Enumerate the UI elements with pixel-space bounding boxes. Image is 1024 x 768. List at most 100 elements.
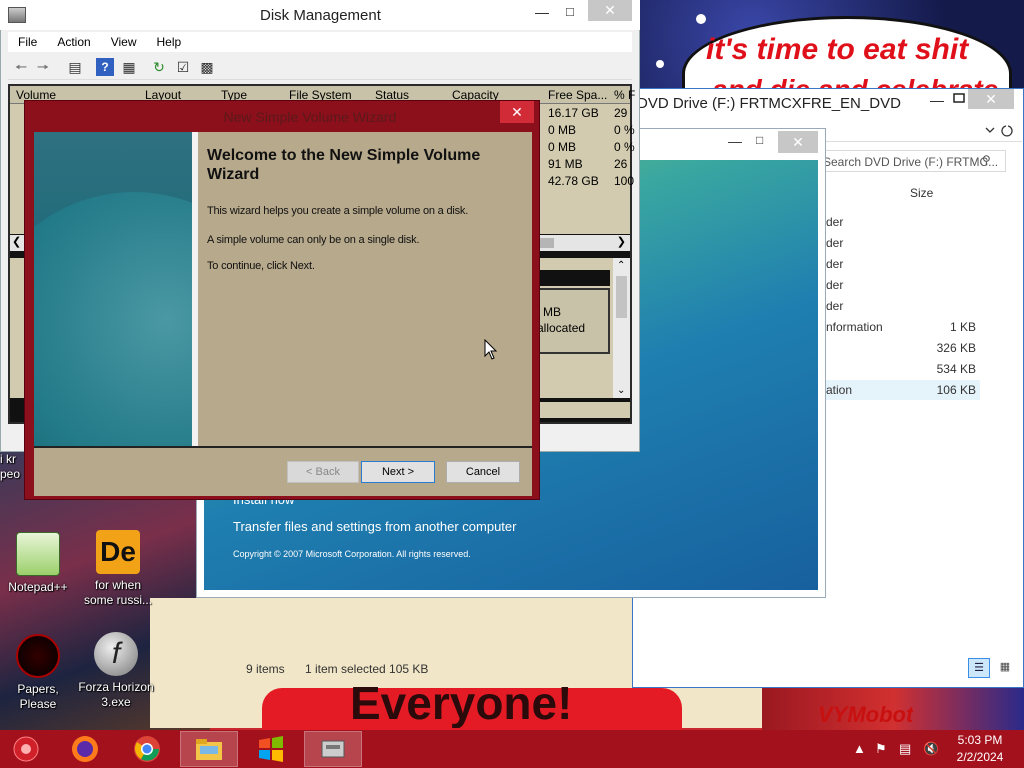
disk-management-icon (321, 740, 345, 758)
table-cell-pct[interactable]: 0 % (614, 140, 635, 154)
file-size: 1 KB (949, 320, 976, 334)
disk-management-icon (8, 7, 26, 23)
scroll-up-icon[interactable]: ⌃ (617, 260, 625, 271)
file-row[interactable]: 534 KB (826, 359, 980, 379)
back-arrow-icon[interactable]: 🠔 (12, 58, 30, 76)
file-row[interactable]: 326 KB (826, 338, 980, 358)
taskbar-firefox[interactable] (56, 731, 114, 767)
table-cell-pct[interactable]: 100 (614, 174, 634, 188)
network-icon[interactable]: ▤ (899, 741, 911, 757)
desktop-icon-label: Notepad++ (8, 580, 68, 594)
dm-close-button[interactable]: ✕ (588, 0, 632, 21)
taskbar-file-explorer[interactable] (180, 731, 238, 767)
col-percent-free[interactable]: % F (614, 88, 635, 102)
setup-maximize-button[interactable]: □ (756, 133, 763, 147)
meme-text: it's time to eat shit (706, 34, 969, 66)
wizard-footer-rule (34, 446, 532, 448)
clock-time[interactable]: 5:03 PM (948, 733, 1012, 747)
menu-action[interactable]: Action (47, 32, 100, 52)
back-button[interactable]: < Back (287, 461, 359, 483)
volume-muted-icon[interactable]: 🔇 (923, 741, 939, 757)
menu-help[interactable]: Help (147, 32, 192, 52)
table-cell-free[interactable]: 42.78 GB (548, 174, 599, 188)
desktop-icon-label: Papers, Please (17, 682, 59, 711)
desktop-icon-forza[interactable]: f Forza Horizon 3.exe (78, 632, 154, 710)
taskbar-chrome[interactable] (118, 731, 176, 767)
menu-file[interactable]: File (8, 32, 47, 52)
scroll-right-icon[interactable]: ❯ (617, 235, 626, 248)
menu-view[interactable]: View (101, 32, 147, 52)
file-row[interactable]: der (826, 296, 980, 316)
cancel-button[interactable]: Cancel (446, 461, 520, 483)
file-row[interactable]: der (826, 254, 980, 274)
transfer-files-link[interactable]: Transfer files and settings from another… (233, 519, 516, 534)
setup-minimize-button[interactable]: — (728, 133, 742, 149)
scroll-left-icon[interactable]: ❮ (12, 235, 21, 248)
vertical-scrollbar[interactable]: ⌃ ⌄ (613, 258, 630, 398)
scroll-down-icon[interactable]: ⌄ (617, 385, 625, 396)
taskbar-disk-management[interactable] (304, 731, 362, 767)
start-button[interactable] (0, 731, 52, 767)
help-icon[interactable]: ? (96, 58, 114, 76)
table-cell-free[interactable]: 16.17 GB (548, 106, 599, 120)
desktop-icon-when-russia[interactable]: De for when some russi... (80, 530, 156, 608)
table-cell-free[interactable]: 0 MB (548, 140, 576, 154)
notepadpp-icon (16, 532, 60, 576)
papers-please-icon (16, 634, 60, 678)
file-row[interactable]: der (826, 212, 980, 232)
explorer-address-bar[interactable] (820, 120, 1022, 142)
action-center-flag-icon[interactable]: ⚑ (875, 741, 887, 757)
firefox-icon (72, 736, 98, 762)
show-hidden-icons-icon[interactable]: ▲ (853, 741, 866, 756)
mouse-cursor-icon (484, 339, 498, 360)
dm-minimize-button[interactable]: — (535, 4, 549, 20)
large-icons-view-icon[interactable]: ▦ (994, 658, 1016, 678)
taskbar-windows-setup[interactable] (242, 731, 300, 767)
search-icon[interactable]: ⚲ (982, 153, 991, 167)
partition-state: allocated (537, 321, 586, 335)
chrome-icon (134, 736, 160, 762)
wizard-side-banner (34, 132, 192, 446)
explorer-search-input[interactable]: Search DVD Drive (F:) FRTMC... (820, 150, 1006, 172)
refresh-icon (1001, 125, 1013, 137)
file-row[interactable]: nformation 1 KB (826, 317, 980, 337)
file-row[interactable]: der (826, 275, 980, 295)
col-free-space[interactable]: Free Spa... (548, 88, 607, 102)
wizard-heading: Welcome to the New Simple Volume Wizard (207, 147, 481, 183)
forward-arrow-icon[interactable]: 🠖 (34, 58, 52, 76)
details-view-icon[interactable]: ☰ (968, 658, 990, 678)
wizard-close-button[interactable]: ✕ (500, 101, 534, 123)
chevron-down-icon (985, 127, 995, 133)
table-cell-free[interactable]: 91 MB (548, 157, 583, 171)
menu-bar: File Action View Help (8, 32, 632, 52)
console-tree-icon[interactable]: ▤ (66, 58, 84, 76)
column-header-size[interactable]: Size (910, 186, 933, 200)
clock-date[interactable]: 2/2/2024 (948, 750, 1012, 764)
setup-close-button[interactable]: ✕ (778, 131, 818, 153)
table-cell-pct[interactable]: 0 % (614, 123, 635, 137)
refresh-icon[interactable]: ↻ (150, 58, 168, 76)
desktop-icon-notepadpp[interactable]: Notepad++ (0, 532, 76, 595)
desktop-icon-partial[interactable]: i kr peo (0, 452, 30, 482)
explorer-close-button[interactable]: ✕ (968, 89, 1014, 109)
file-name: der (826, 257, 844, 271)
flash-icon: f (94, 632, 138, 676)
table-cell-pct[interactable]: 26 (614, 157, 627, 171)
desktop-icon-papers-please[interactable]: Papers, Please (0, 634, 76, 712)
file-row-selected[interactable]: ation 106 KB (826, 380, 980, 400)
properties-icon[interactable]: ▦ (120, 58, 138, 76)
file-size: 326 KB (936, 341, 976, 355)
dm-maximize-button[interactable]: □ (566, 4, 574, 19)
settings-icon[interactable]: ▩ (198, 58, 216, 76)
file-name: ation (826, 383, 853, 397)
wallpaper-sticker: VYMobot (818, 702, 914, 727)
table-cell-pct[interactable]: 29 (614, 106, 627, 120)
start-orb-icon (13, 736, 39, 762)
status-item-count: 9 items (246, 662, 285, 676)
file-row[interactable]: der (826, 233, 980, 253)
table-cell-free[interactable]: 0 MB (548, 123, 576, 137)
vertical-scroll-thumb[interactable] (616, 276, 627, 318)
file-name: der (826, 236, 844, 250)
check-icon[interactable]: ☑ (174, 58, 192, 76)
next-button[interactable]: Next > (361, 461, 435, 483)
